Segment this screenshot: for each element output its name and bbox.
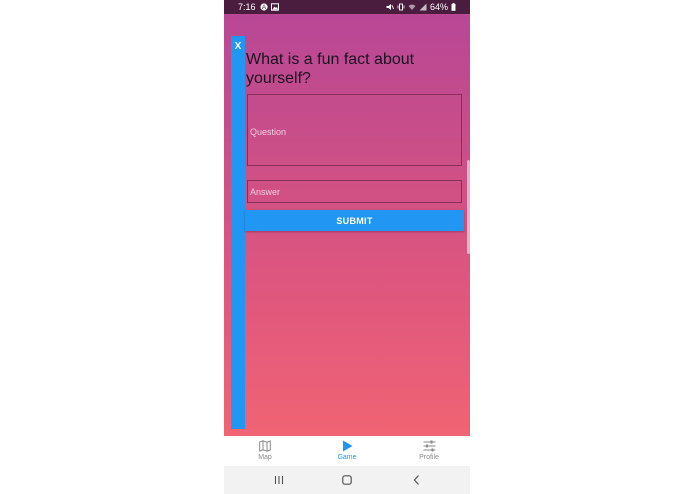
close-button[interactable]: X — [231, 38, 245, 56]
game-content: X What is a fun fact about yourself? SUB… — [224, 14, 470, 436]
sliders-icon — [423, 440, 435, 452]
submit-button[interactable]: SUBMIT — [245, 210, 464, 231]
nav-label-profile: Profile — [419, 454, 439, 461]
signal-icon — [419, 3, 427, 11]
bottom-navigation: Map Game Profile — [224, 436, 470, 466]
nav-item-game[interactable]: Game — [306, 436, 388, 466]
battery-percent: 64% — [429, 2, 448, 12]
map-icon — [259, 440, 271, 452]
home-icon[interactable] — [340, 473, 354, 487]
nav-item-map[interactable]: Map — [224, 436, 306, 466]
recent-apps-icon[interactable] — [272, 473, 286, 487]
scroll-indicator[interactable] — [467, 160, 470, 254]
status-bar: 7:16 A 64% — [224, 0, 470, 14]
question-input[interactable] — [247, 94, 462, 166]
back-icon[interactable] — [410, 473, 424, 487]
prompt-title: What is a fun fact about yourself? — [246, 51, 415, 87]
play-icon — [343, 440, 353, 452]
nav-label-game: Game — [337, 454, 357, 461]
wifi-icon — [408, 4, 416, 10]
phone-screen: 7:16 A 64% X What is a fun fact about yo… — [224, 0, 470, 494]
vibrate-icon — [397, 3, 405, 11]
status-time: 7:16 — [238, 2, 256, 12]
answer-input[interactable] — [247, 180, 462, 203]
nav-item-profile[interactable]: Profile — [388, 436, 470, 466]
image-notification-icon — [271, 3, 279, 11]
app-notification-icon: A — [260, 3, 268, 11]
nav-label-map: Map — [258, 454, 272, 461]
svg-text:A: A — [262, 5, 266, 11]
status-icons: 64% — [386, 0, 456, 14]
system-navigation-bar — [224, 466, 470, 494]
battery-icon — [451, 3, 456, 11]
mute-icon — [386, 4, 394, 10]
side-panel — [231, 36, 245, 429]
